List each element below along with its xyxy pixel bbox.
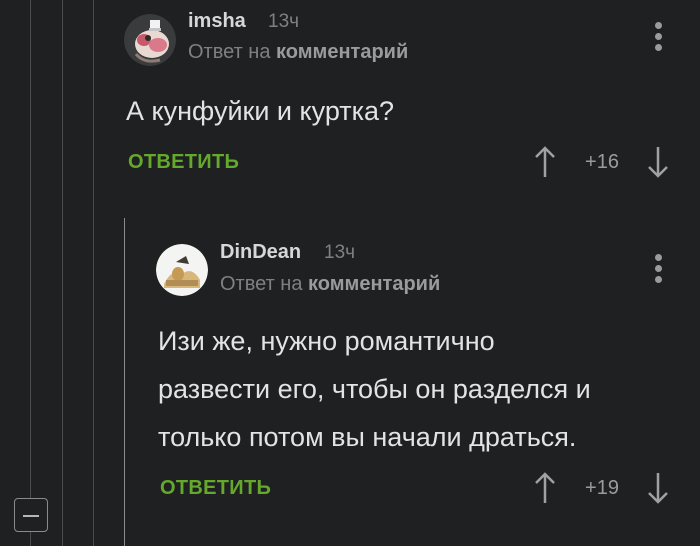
reply-to-prefix: Ответ на bbox=[188, 41, 271, 63]
reply-to-prefix: Ответ на bbox=[220, 273, 303, 295]
arrow-up-icon[interactable] bbox=[533, 146, 557, 178]
more-vertical-icon[interactable] bbox=[655, 254, 663, 286]
comment-body-line: только потом вы начали драться. bbox=[158, 422, 577, 452]
rating: +19 bbox=[585, 477, 619, 499]
timestamp: 13ч bbox=[324, 242, 356, 263]
avatar[interactable] bbox=[156, 244, 208, 296]
reply-to-link[interactable]: комментарий bbox=[308, 273, 440, 295]
comment-body: А кунфуйки и куртка? bbox=[126, 96, 395, 126]
username[interactable]: DinDean bbox=[220, 241, 301, 264]
more-vertical-icon[interactable] bbox=[655, 22, 663, 54]
rating: +16 bbox=[585, 151, 619, 173]
timestamp: 13ч bbox=[268, 11, 300, 32]
comments-thread: imsha 13ч Ответ на комментарий А кунфуйк… bbox=[0, 0, 700, 546]
username[interactable]: imsha bbox=[188, 10, 246, 33]
avatar[interactable] bbox=[124, 14, 176, 66]
reply-to-line: Ответ на комментарий bbox=[220, 273, 440, 296]
arrow-up-icon[interactable] bbox=[533, 472, 557, 504]
reply-button[interactable]: ОТВЕТИТЬ bbox=[128, 151, 239, 174]
comment: DinDean 13ч Ответ на комментарий Изи же,… bbox=[0, 230, 700, 530]
arrow-down-icon[interactable] bbox=[646, 472, 670, 504]
reply-to-link[interactable]: комментарий bbox=[276, 41, 408, 63]
reply-button[interactable]: ОТВЕТИТЬ bbox=[160, 477, 271, 500]
arrow-down-icon[interactable] bbox=[646, 146, 670, 178]
reply-to-line: Ответ на комментарий bbox=[188, 41, 408, 64]
comment-body-line: развести его, чтобы он разделся и bbox=[158, 374, 591, 404]
comment-body-line: Изи же, нужно романтично bbox=[158, 326, 495, 356]
comment: imsha 13ч Ответ на комментарий А кунфуйк… bbox=[0, 0, 700, 200]
